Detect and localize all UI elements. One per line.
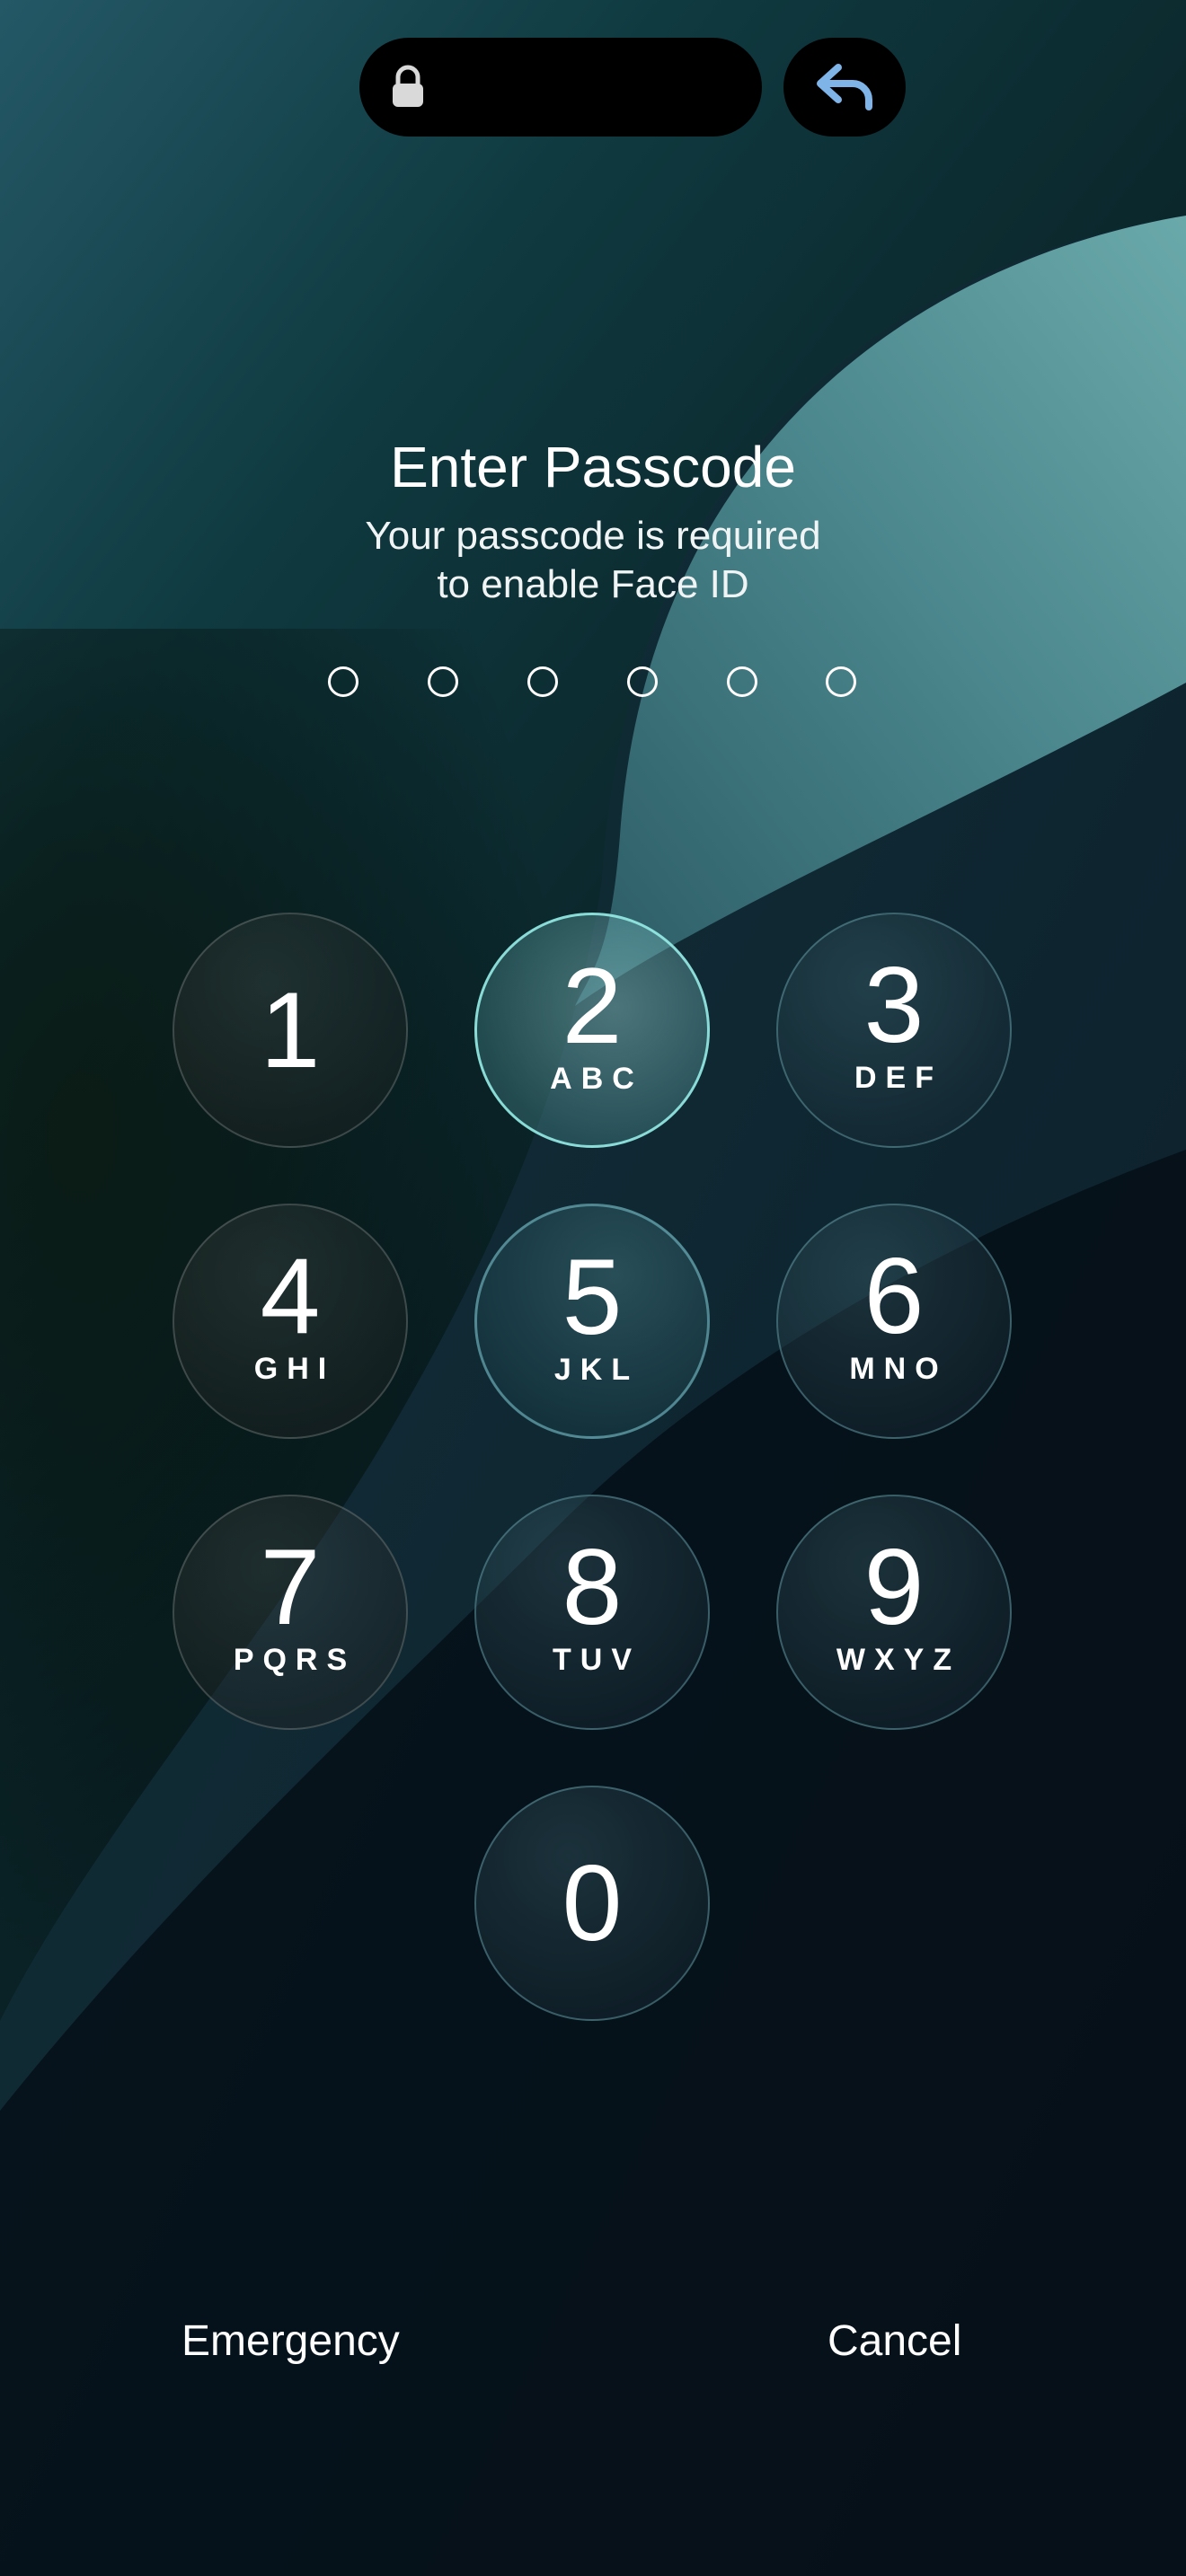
key-digit: 3 (863, 945, 925, 1065)
key-letters: DEF (854, 1061, 943, 1095)
subtitle-line-1: Your passcode is required (365, 514, 821, 558)
key-digit: 7 (260, 1527, 321, 1647)
key-5[interactable]: 5 JKL (474, 1204, 710, 1439)
dynamic-island (359, 38, 762, 137)
key-letters: PQRS (233, 1643, 357, 1677)
key-digit: 5 (562, 1237, 623, 1357)
key-digit: 6 (863, 1236, 925, 1356)
key-letters: GHI (253, 1352, 336, 1386)
key-4[interactable]: 4 GHI (173, 1204, 408, 1439)
subtitle-line-2: to enable Face ID (437, 562, 749, 606)
key-digit: 1 (260, 970, 321, 1090)
key-letters: ABC (550, 1062, 643, 1096)
key-letters: TUV (553, 1643, 641, 1677)
page-title: Enter Passcode (390, 435, 796, 499)
passcode-dot (428, 666, 458, 697)
passcode-dot (826, 666, 856, 697)
key-digit: 0 (562, 1843, 623, 1963)
passcode-dot (627, 666, 658, 697)
page-subtitle: Your passcode is required to enable Face… (0, 512, 1186, 609)
key-digit: 4 (260, 1236, 321, 1356)
key-0[interactable]: 0 (474, 1786, 710, 2021)
key-digit: 9 (863, 1527, 925, 1647)
key-7[interactable]: 7 PQRS (173, 1495, 408, 1730)
key-8[interactable]: 8 TUV (474, 1495, 710, 1730)
reply-arrow-icon (817, 64, 872, 110)
passcode-dot (328, 666, 358, 697)
key-digit: 2 (562, 946, 623, 1066)
key-letters: MNO (849, 1352, 948, 1386)
back-button[interactable] (783, 38, 906, 137)
key-2[interactable]: 2 ABC (474, 913, 710, 1148)
key-9[interactable]: 9 WXYZ (776, 1495, 1012, 1730)
key-1[interactable]: 1 (173, 913, 408, 1148)
passcode-dot (527, 666, 558, 697)
lock-icon (393, 65, 423, 107)
key-6[interactable]: 6 MNO (776, 1204, 1012, 1439)
key-letters: JKL (553, 1353, 640, 1387)
cancel-button[interactable]: Cancel (828, 2310, 961, 2373)
key-3[interactable]: 3 DEF (776, 913, 1012, 1148)
emergency-button[interactable]: Emergency (181, 2310, 400, 2373)
key-letters: WXYZ (836, 1643, 961, 1677)
key-digit: 8 (562, 1527, 623, 1647)
passcode-dot (727, 666, 757, 697)
